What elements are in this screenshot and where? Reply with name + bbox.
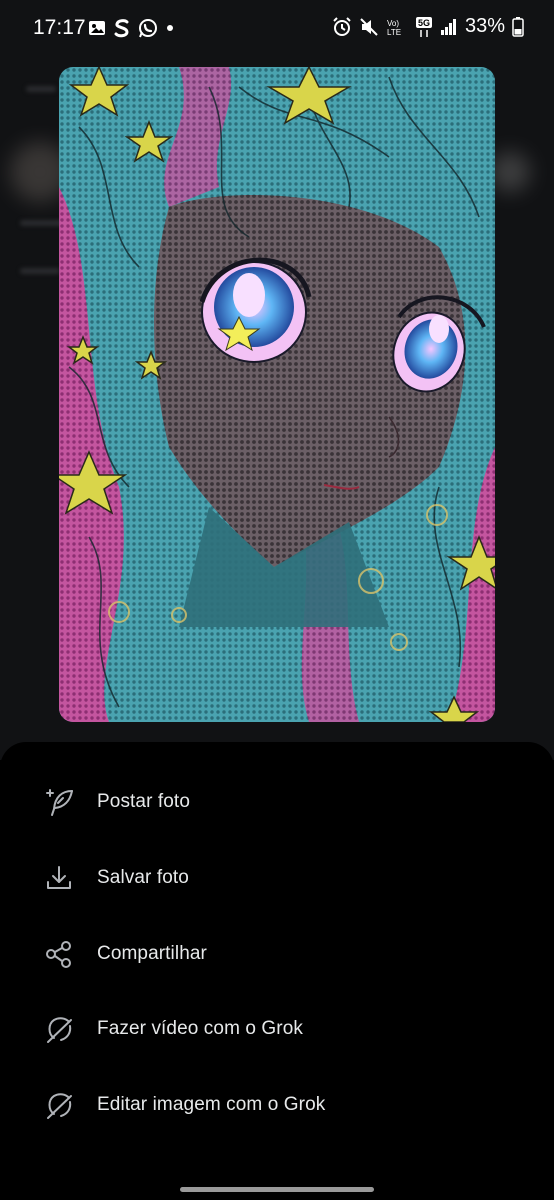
menu-item-grok-edit[interactable]: Editar imagem com o Grok [0,1075,554,1135]
menu-label-save-photo: Salvar foto [97,867,189,888]
s-app-icon [114,18,130,38]
5g-icon: 5G [415,16,433,38]
menu-label-grok-edit: Editar imagem com o Grok [97,1094,326,1115]
background-text-blur [20,268,60,274]
gallery-icon [88,19,106,37]
download-icon [44,863,74,893]
svg-text:Vo): Vo) [387,19,399,28]
background-text-blur [26,86,56,92]
battery-percent: 33% [464,15,505,37]
anime-illustration-image[interactable] [59,67,495,722]
menu-label-grok-video: Fazer vídeo com o Grok [97,1018,303,1039]
menu-item-share[interactable]: Compartilhar [0,924,554,984]
background-avatar-blur-right [490,152,530,192]
mute-icon [359,17,379,37]
feather-plus-icon [44,787,74,817]
signal-icon [440,18,458,36]
svg-text:5G: 5G [418,18,430,28]
share-icon [44,939,74,969]
menu-item-grok-video[interactable]: Fazer vídeo com o Grok [0,999,554,1059]
grok-icon [44,1014,74,1044]
status-bar: 17:17 Vo) LTE 5G 33% [0,0,554,58]
alarm-icon [332,16,352,37]
menu-item-post-photo[interactable]: Postar foto [0,772,554,832]
volte-icon: Vo) LTE [386,17,408,37]
menu-label-post-photo: Postar foto [97,791,190,812]
status-time: 17:17 [33,16,86,39]
menu-label-share: Compartilhar [97,943,207,964]
menu-item-save-photo[interactable]: Salvar foto [0,848,554,908]
svg-text:LTE: LTE [387,28,401,37]
grok-icon [44,1090,74,1120]
battery-icon [512,16,524,37]
dot-icon [166,24,174,32]
home-indicator[interactable] [180,1187,374,1192]
whatsapp-icon [138,18,158,38]
